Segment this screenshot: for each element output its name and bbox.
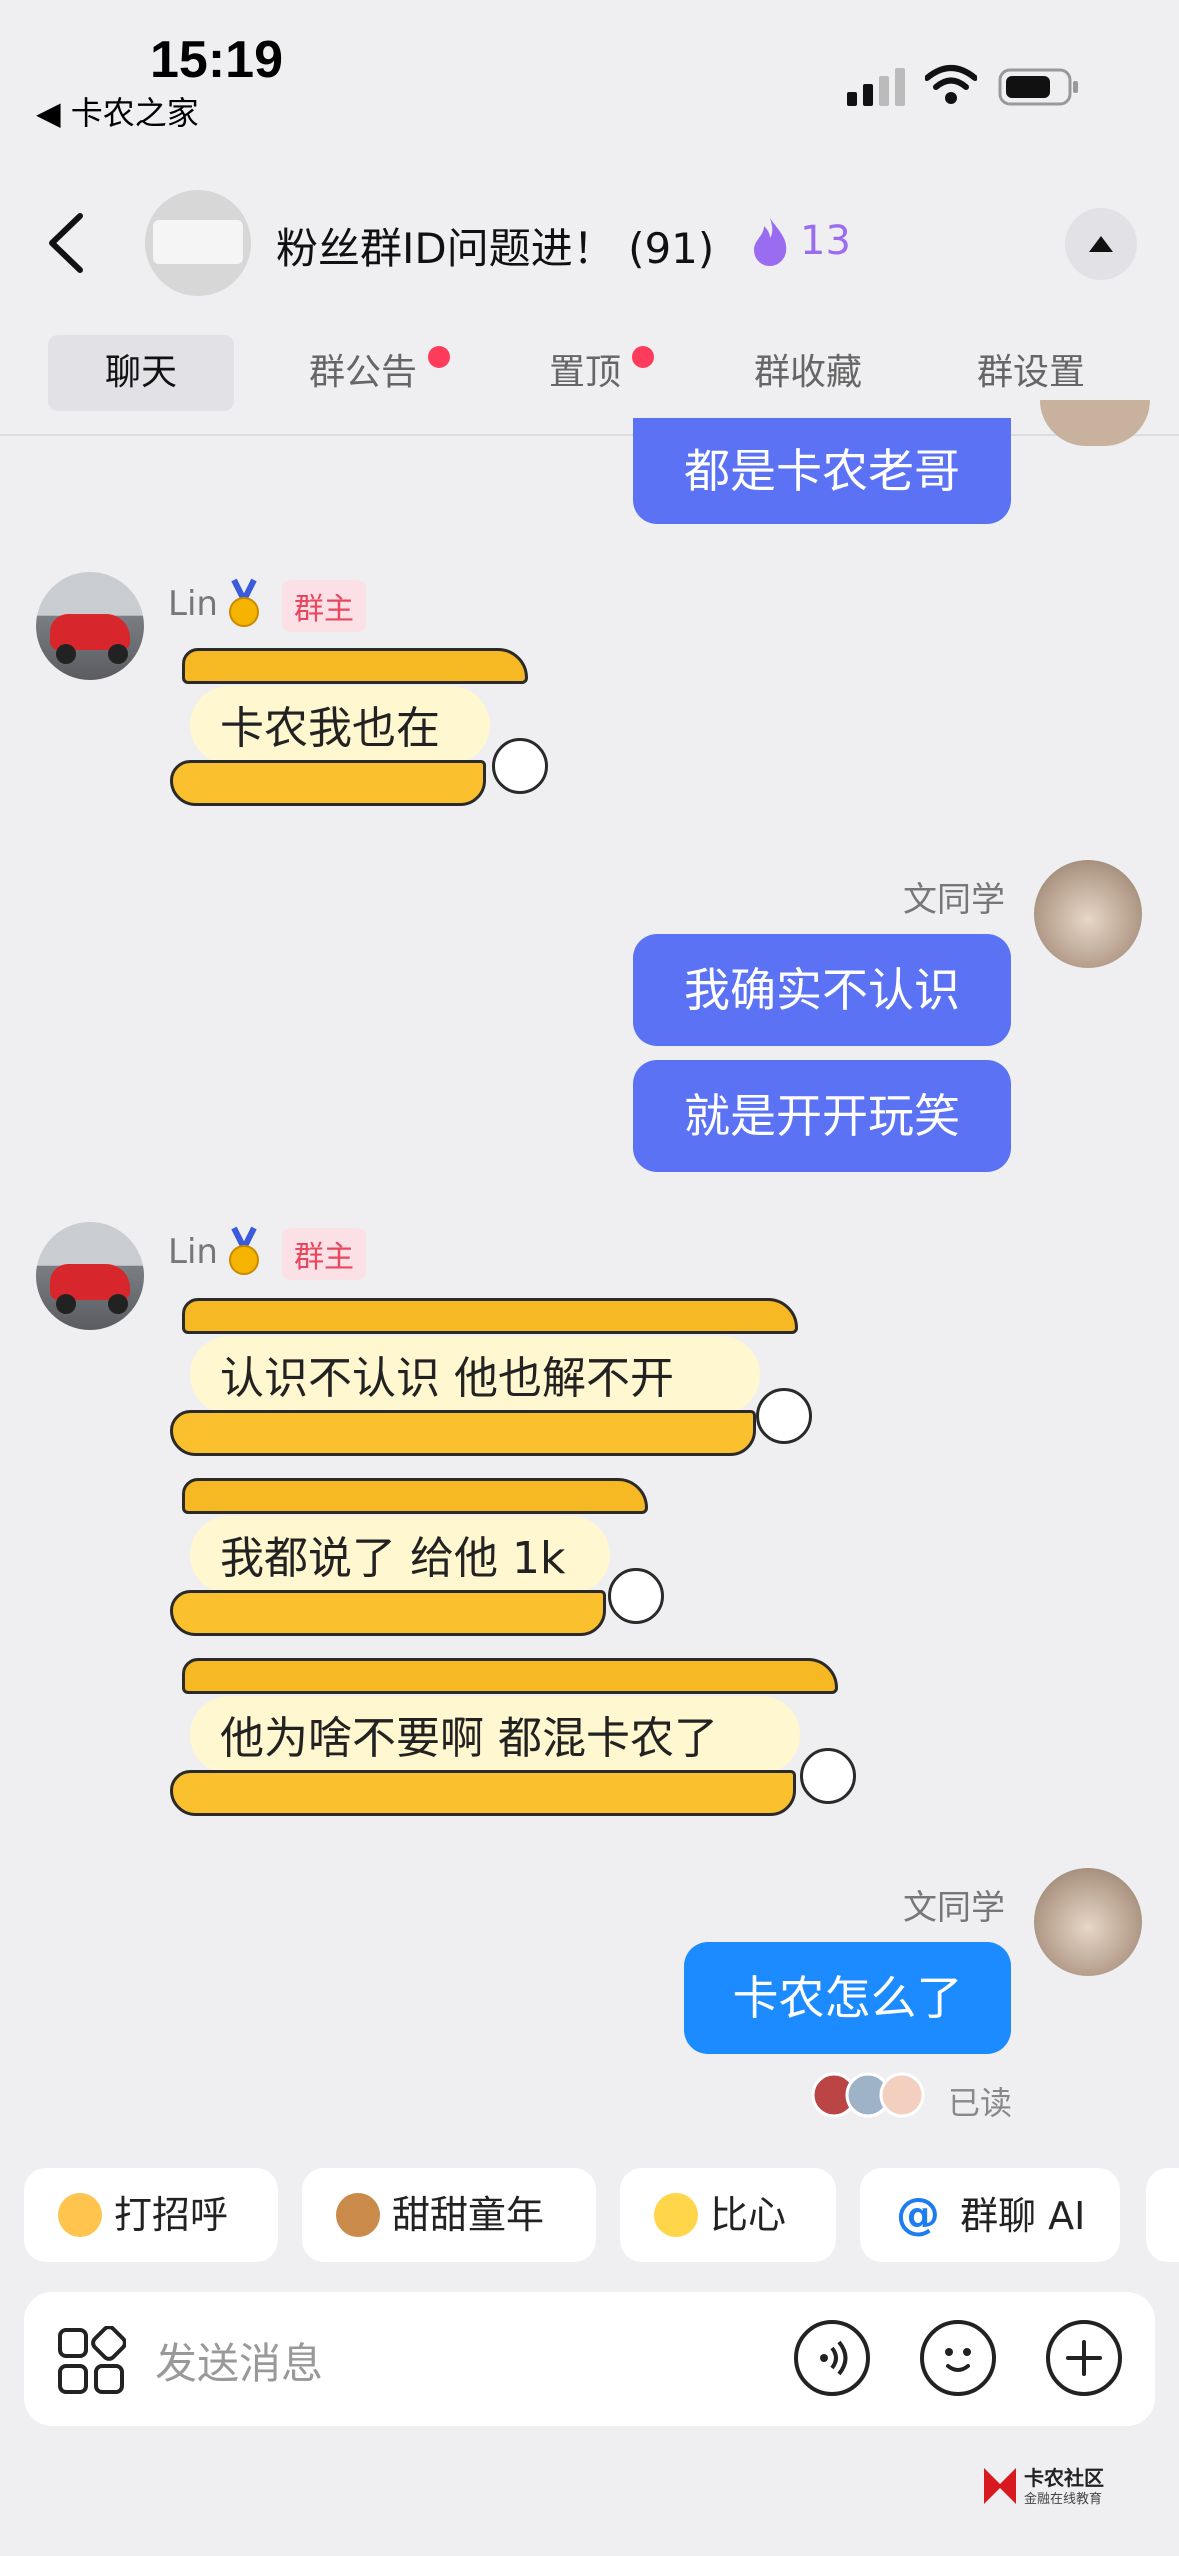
logo-mark-icon [984, 2468, 1016, 2504]
read-status: 已读 [948, 2084, 1013, 2122]
triangle-up-icon [1089, 236, 1113, 252]
tab-announcement[interactable]: 群公告 [290, 335, 436, 411]
voice-wave-icon [820, 2340, 848, 2376]
quick-reply-more[interactable] [1146, 2168, 1179, 2262]
avatar-wen[interactable] [1034, 860, 1142, 968]
plus-button[interactable] [1046, 2320, 1122, 2396]
cookie-icon [336, 2192, 380, 2237]
avatar-lin[interactable] [36, 572, 144, 680]
message-bubble[interactable]: 就是开开玩笑 [633, 1060, 1011, 1172]
message-bubble[interactable]: 我确实不认识 [633, 934, 1011, 1046]
group-title[interactable]: 粉丝群ID问题进！ (91) [276, 215, 714, 276]
avatar-lin[interactable] [36, 1222, 144, 1330]
announcement-badge [428, 346, 450, 368]
fire-icon [754, 218, 787, 266]
avatar-wen[interactable] [1034, 1868, 1142, 1976]
message-bubble[interactable]: 卡农怎么了 [684, 1942, 1011, 2054]
message-bubble-fancy[interactable]: 我都说了 给他 1k [170, 1478, 670, 1638]
quick-reply-group-ai[interactable]: @ 群聊 AI [860, 2168, 1120, 2262]
smiley-icon [945, 2348, 971, 2372]
message-bubble-fancy[interactable]: 认识不认识 他也解不开 [170, 1298, 820, 1458]
sender-name: Lin [168, 1232, 218, 1272]
message-text: 卡农我也在 [220, 703, 440, 754]
sender-name: 文同学 [903, 880, 1005, 920]
quick-reply-heart[interactable]: 比心 [620, 2168, 836, 2262]
medal-icon [229, 578, 259, 627]
back-to-app-link[interactable]: ◀ 卡农之家 [36, 88, 199, 134]
message-bubble-fancy[interactable]: 卡农我也在 [170, 648, 550, 808]
cellular-signal-icon [847, 68, 905, 106]
message-text: 认识不认识 他也解不开 [220, 1353, 674, 1404]
message-text: 他为啥不要啊 都混卡农了 [220, 1713, 718, 1764]
sender-name: 文同学 [903, 1888, 1005, 1928]
owner-tag: 群主 [282, 580, 366, 632]
quick-reply-greet[interactable]: 打招呼 [24, 2168, 278, 2262]
tab-chat[interactable]: 聊天 [48, 335, 234, 411]
heart-duck-icon [654, 2192, 698, 2237]
message-input[interactable]: 发送消息 [155, 2330, 323, 2391]
owner-tag: 群主 [282, 1228, 366, 1280]
message-text: 我都说了 给他 1k [220, 1533, 566, 1584]
plus-icon [1066, 2340, 1102, 2376]
battery-icon [998, 68, 1078, 106]
pinned-badge [632, 346, 654, 368]
message-bubble[interactable]: 都是卡农老哥 [633, 418, 1011, 524]
group-avatar[interactable] [145, 190, 251, 296]
watermark-logo: 卡农社区 金融在线教育 [980, 2460, 1130, 2516]
read-avatars[interactable] [810, 2072, 938, 2118]
voice-button[interactable] [794, 2320, 870, 2396]
sender-name: Lin [168, 584, 218, 624]
status-time: 15:19 [150, 31, 283, 89]
medal-icon [229, 1226, 259, 1275]
collapse-button[interactable] [1065, 208, 1137, 280]
at-icon: @ [896, 2189, 940, 2240]
tab-favorites[interactable]: 群收藏 [735, 335, 881, 411]
fire-count: 13 [800, 218, 851, 264]
smile-wave-icon [58, 2192, 102, 2237]
avatar-partial [1040, 400, 1150, 446]
quick-reply-childhood[interactable]: 甜甜童年 [302, 2168, 596, 2262]
wifi-icon [925, 65, 977, 104]
tab-pinned[interactable]: 置顶 [530, 335, 640, 411]
back-chevron-icon[interactable] [40, 208, 100, 278]
message-bubble-fancy[interactable]: 他为啥不要啊 都混卡农了 [170, 1658, 860, 1818]
apps-grid-icon[interactable] [56, 2326, 126, 2396]
emoji-button[interactable] [920, 2320, 996, 2396]
